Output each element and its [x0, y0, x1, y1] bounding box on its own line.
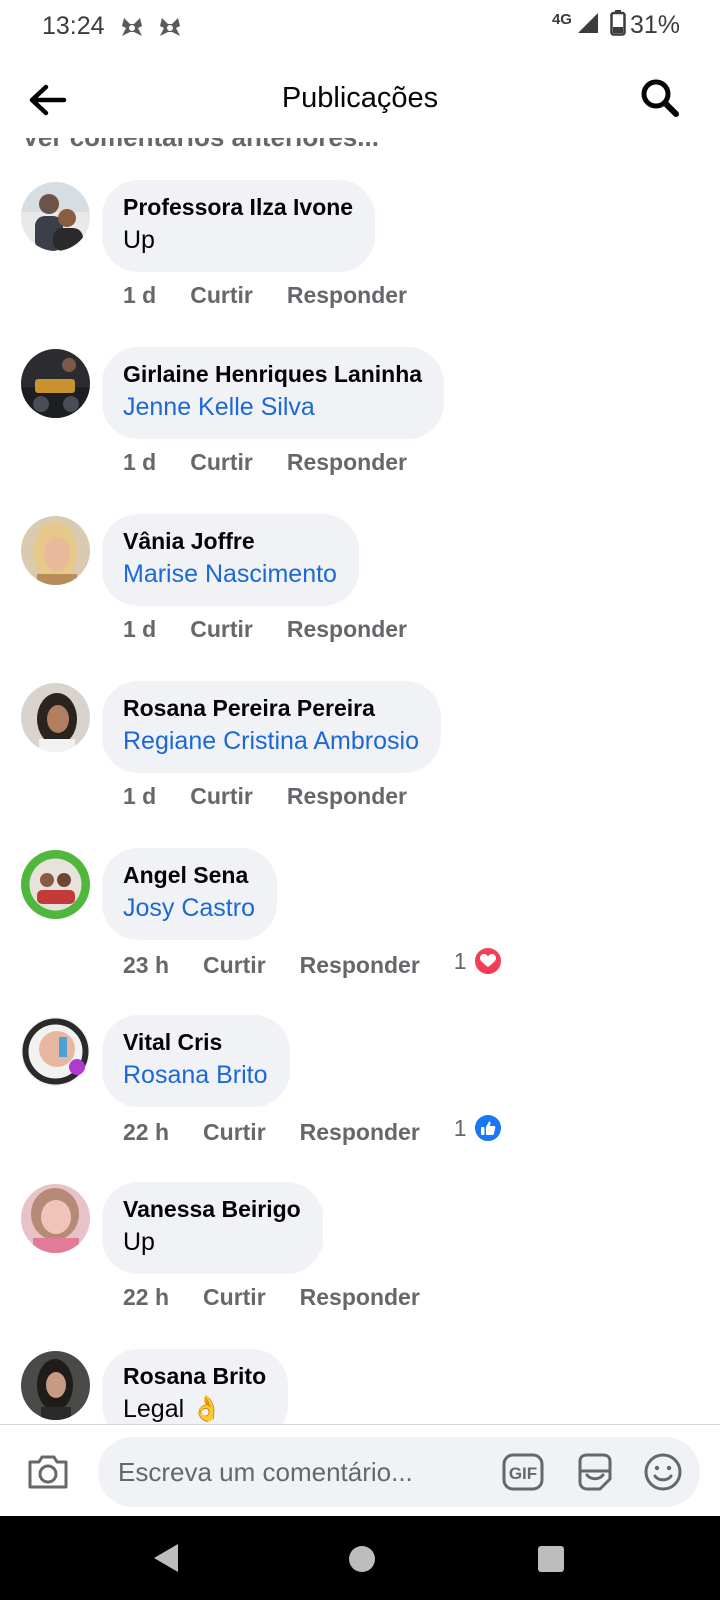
avatar[interactable] [21, 1351, 90, 1420]
comment-bubble[interactable]: Vanessa Beirigo Up [102, 1182, 323, 1274]
battery-percent: 31% [629, 11, 680, 39]
system-nav-bar [0, 1516, 720, 1600]
gif-button[interactable]: GIF [502, 1453, 544, 1491]
status-indicators: 4G 31% [552, 10, 680, 41]
comment-author[interactable]: Vanessa Beirigo [123, 1194, 301, 1224]
camera-icon [26, 1455, 70, 1495]
comment-text: Up [123, 1228, 155, 1256]
comment-bubble[interactable]: Vital Cris Rosana Brito [102, 1015, 290, 1107]
comment-bubble[interactable]: Girlaine Henriques Laninha Jenne Kelle S… [102, 347, 445, 439]
avatar[interactable] [21, 182, 90, 251]
comment-time: 1 d [123, 282, 157, 308]
thumbs-up-icon [472, 1113, 503, 1143]
avatar[interactable] [21, 850, 90, 919]
comment-author[interactable]: Rosana Brito [123, 1361, 266, 1391]
avatar[interactable] [21, 683, 90, 752]
like-button[interactable]: Curtir [203, 952, 266, 979]
like-button[interactable]: Curtir [203, 1119, 266, 1146]
comment-input[interactable] [118, 1437, 488, 1507]
reply-button[interactable]: Responder [300, 1284, 420, 1311]
comment-actions: 22 h Curtir Responder 1 [123, 1113, 503, 1147]
comment-input-container: GIF [98, 1437, 700, 1507]
app-notification-icon [156, 14, 184, 42]
comment-bubble[interactable]: Angel Sena Josy Castro [102, 848, 277, 940]
comment-author[interactable]: Vânia Joffre [123, 526, 337, 556]
network-type: 4G [551, 11, 572, 28]
comment-text: Up [123, 226, 155, 254]
reaction-count: 1 [453, 947, 467, 974]
comment-author[interactable]: Vital Cris [123, 1027, 268, 1057]
comment-author[interactable]: Girlaine Henriques Laninha [123, 359, 422, 389]
comment-composer: GIF [0, 1424, 720, 1516]
nav-back-icon[interactable] [152, 1542, 180, 1579]
gif-icon: GIF [502, 1453, 544, 1495]
comment-actions: 23 h Curtir Responder 1 [123, 946, 503, 980]
like-button[interactable]: Curtir [190, 616, 253, 643]
search-button[interactable] [638, 76, 684, 122]
sticker-icon [574, 1453, 616, 1497]
comment-author[interactable]: Professora Ilza Ivone [123, 192, 353, 222]
tagged-user-link[interactable]: Josy Castro [123, 890, 255, 926]
comment-text: Legal 👌 [123, 1395, 223, 1423]
comment-actions: 1 d Curtir Responder [123, 783, 441, 810]
comment-time: 22 h [123, 1284, 170, 1310]
tagged-user-link[interactable]: Regiane Cristina Ambrosio [123, 723, 419, 759]
svg-text:GIF: GIF [509, 1464, 537, 1483]
page-title: Publicações [281, 82, 439, 114]
tagged-user-link[interactable]: Rosana Brito [123, 1057, 268, 1093]
comments-list: Professora Ilza Ivone Up 1 d Curtir Resp… [0, 140, 720, 1425]
comment-bubble[interactable]: Professora Ilza Ivone Up [102, 180, 376, 272]
comment-time: 1 d [123, 616, 157, 642]
reaction-summary[interactable]: 1 [454, 1113, 503, 1143]
reply-button[interactable]: Responder [287, 616, 407, 643]
comment-actions: 22 h Curtir Responder [123, 1284, 454, 1311]
comment-bubble[interactable]: Vânia Joffre Marise Nascimento [102, 514, 359, 606]
app-notification-icon [118, 14, 146, 42]
emoji-button[interactable] [642, 1451, 684, 1493]
reaction-summary[interactable]: 1 [454, 946, 503, 976]
reply-button[interactable]: Responder [287, 783, 407, 810]
status-bar: 13:24 4G 31% [0, 0, 720, 56]
heart-icon [472, 946, 503, 976]
comment-actions: 1 d Curtir Responder [123, 282, 441, 309]
nav-home-icon[interactable] [349, 1546, 375, 1572]
avatar[interactable] [21, 1017, 90, 1086]
like-button[interactable]: Curtir [190, 783, 253, 810]
like-button[interactable]: Curtir [190, 282, 253, 309]
nav-recent-apps-icon[interactable] [538, 1546, 564, 1572]
sticker-button[interactable] [574, 1451, 616, 1493]
comment-bubble[interactable]: Rosana Pereira Pereira Regiane Cristina … [102, 681, 441, 773]
comment-author[interactable]: Rosana Pereira Pereira [123, 693, 419, 723]
avatar[interactable] [21, 349, 90, 418]
comment-time: 23 h [123, 951, 170, 978]
avatar[interactable] [21, 516, 90, 585]
reply-button[interactable]: Responder [300, 1119, 420, 1146]
like-button[interactable]: Curtir [190, 449, 253, 476]
signal-icon [576, 11, 600, 40]
search-icon [638, 79, 682, 124]
battery-icon [610, 10, 626, 41]
tagged-user-link[interactable]: Jenne Kelle Silva [123, 389, 422, 425]
reply-button[interactable]: Responder [300, 952, 420, 979]
avatar[interactable] [21, 1184, 90, 1253]
comment-time: 1 d [123, 783, 157, 809]
camera-button[interactable] [26, 1453, 72, 1495]
comment-time: 1 d [123, 449, 157, 475]
emoji-icon [642, 1453, 684, 1497]
reaction-count: 1 [453, 1114, 467, 1141]
comment-bubble[interactable]: Rosana Brito Legal 👌 [102, 1349, 289, 1425]
comment-actions: 1 d Curtir Responder [123, 616, 441, 643]
like-button[interactable]: Curtir [203, 1284, 266, 1311]
comment-time: 22 h [123, 1118, 170, 1145]
reply-button[interactable]: Responder [287, 449, 407, 476]
app-header: Publicações [0, 62, 720, 138]
comment-actions: 1 d Curtir Responder [123, 449, 441, 476]
reply-button[interactable]: Responder [287, 282, 407, 309]
comment-author[interactable]: Angel Sena [123, 860, 255, 890]
status-time: 13:24 [42, 12, 105, 40]
tagged-user-link[interactable]: Marise Nascimento [123, 556, 337, 592]
